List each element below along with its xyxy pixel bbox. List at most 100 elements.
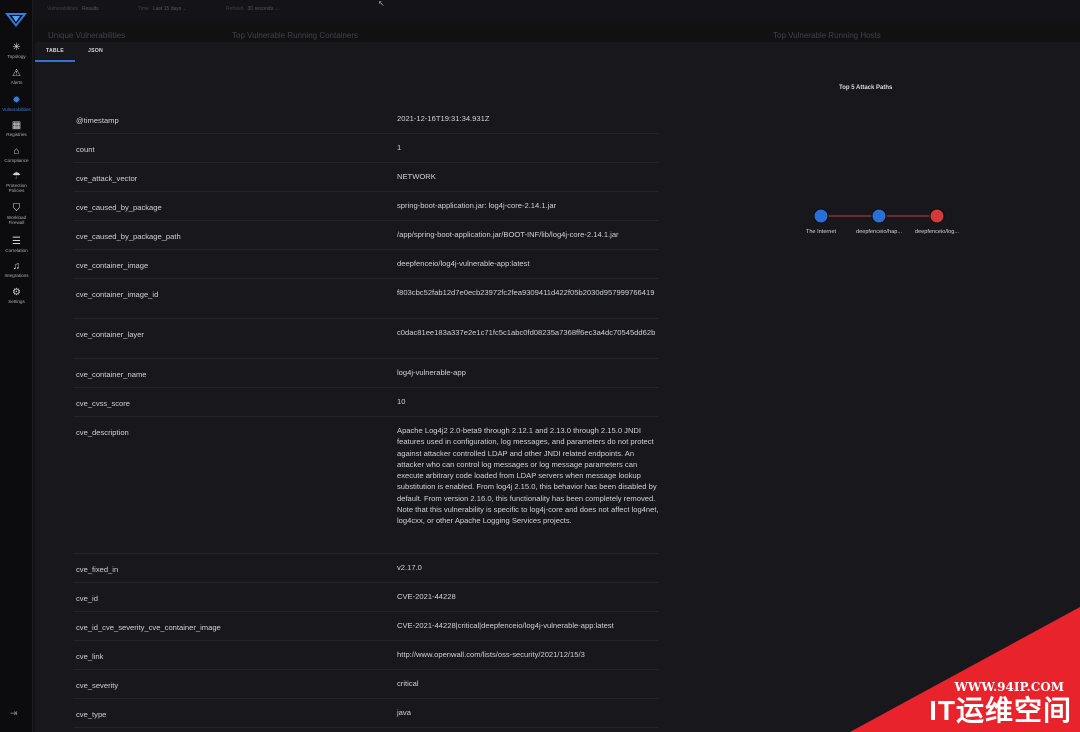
sidebar-item-label: Topology xyxy=(7,54,26,59)
table-row: @timestamp 2021-12-16T19:31:34.931Z xyxy=(73,105,659,134)
attack-path-node[interactable] xyxy=(871,208,887,224)
table-row: cve_caused_by_package spring-boot-applica… xyxy=(73,192,659,221)
sidebar-item-workload-firewall[interactable]: ⛉ Workload Firewall xyxy=(0,203,33,225)
attack-path-node-label: The Internet xyxy=(806,229,837,235)
row-value: http://www.openwall.com/lists/oss-securi… xyxy=(397,650,585,659)
row-key: cve_id xyxy=(76,594,98,603)
row-value: /app/spring-boot-application.jar/BOOT-IN… xyxy=(397,230,619,239)
registry-icon: ▦ xyxy=(11,120,22,131)
attack-paths-title: Top 5 Attack Paths xyxy=(839,85,893,91)
sidebar-item-label: Vulnerabilities xyxy=(2,107,31,112)
deepfence-logo-icon[interactable] xyxy=(5,12,27,28)
table-row: cve_description Apache Log4j2 2.0-beta9 t… xyxy=(73,417,659,554)
row-key: cve_caused_by_package_path xyxy=(76,232,181,241)
sidebar-item-registries[interactable]: ▦ Registries xyxy=(0,120,33,137)
table-row: cve_caused_by_package_path/app/spring-bo… xyxy=(73,221,659,250)
attack-path-node[interactable] xyxy=(929,208,945,224)
sidebar-item-topology[interactable]: ✳ Topology xyxy=(0,42,33,59)
sidebar-item-label: Protection Policies xyxy=(6,183,27,194)
sidebar-item-label: Correlation xyxy=(5,248,28,253)
sidebar-item-label: Workload Firewall xyxy=(6,215,27,226)
filter-bar: Vulnerabilities Results Time Last 15 days … xyxy=(33,0,1080,22)
row-key: cve_caused_by_package xyxy=(76,203,162,212)
sidebar-item-label: Integrations xyxy=(4,273,29,278)
sidebar-item-integrations[interactable]: ♫ Integrations xyxy=(0,261,33,278)
watermark-name: IT运维空间 xyxy=(929,695,1072,726)
attack-path-node[interactable] xyxy=(813,208,829,224)
sidebar-item-label: Alerts xyxy=(10,80,23,85)
table-row: cve_attack_vector NETWORK xyxy=(73,163,659,192)
gear-icon: ⚙ xyxy=(12,287,21,298)
table-row: cve_link http://www.openwall.com/lists/os… xyxy=(73,641,659,670)
row-value: spring-boot-application.jar: log4j-core-… xyxy=(397,201,557,210)
bg-heading-containers: Top Vulnerable Running Containers xyxy=(232,31,359,40)
bg-heading-unique: Unique Vulnerabilities xyxy=(48,31,126,40)
row-value: 1 xyxy=(397,143,402,152)
row-key: count xyxy=(76,145,95,154)
row-value: f803cbc52fab12d7e0ecb23972fc2fea9309411d… xyxy=(397,288,655,297)
row-key: cve_attack_vector xyxy=(76,174,138,183)
filter-vulnerabilities[interactable]: Vulnerabilities Results xyxy=(47,6,99,12)
list-icon: ☰ xyxy=(12,236,21,247)
alert-icon: ⚠ xyxy=(12,68,21,79)
row-key: cve_container_image_id xyxy=(76,290,159,299)
mouse-cursor-icon: ↖ xyxy=(378,0,385,8)
sidebar-item-protection-policies[interactable]: ☂ Protection Policies xyxy=(0,171,33,193)
active-tab-indicator xyxy=(35,60,75,62)
row-key: cve_description xyxy=(76,428,129,437)
table-row: cve_fixed_in v2.17.0 xyxy=(73,554,659,583)
sidebar-item-label: Compliance xyxy=(4,158,29,163)
row-value: c0dac81ee183a337e2e1c71fc5c1abc0fd08235a… xyxy=(397,328,656,337)
table-row: cve_container_image deepfenceio/log4j-vul… xyxy=(73,250,659,279)
umbrella-icon: ☂ xyxy=(12,171,21,182)
row-key: @timestamp xyxy=(76,116,119,125)
row-value: v2.17.0 xyxy=(397,563,422,572)
table-row: cve_container_layer c0dac81ee183a337e2e1c… xyxy=(73,319,659,359)
table-row: cve_cvss_score 10 xyxy=(73,388,659,417)
attack-path-node-label: deepfenceio/hap... xyxy=(856,229,902,235)
row-key: cve_link xyxy=(76,652,104,661)
tab-json[interactable]: JSON xyxy=(88,48,103,54)
bell-icon: ♫ xyxy=(12,261,21,272)
sidebar: ✳ Topology ⚠ Alerts ✹ Vulnerabilities ▦ Registr… xyxy=(0,0,33,732)
row-key: cve_type xyxy=(76,710,107,719)
table-row: cve_type java xyxy=(73,699,659,728)
filter-refresh[interactable]: Refresh 30 seconds ⌄ xyxy=(226,6,279,12)
sidebar-item-label: Registries xyxy=(6,132,27,137)
table-row: cve_severity critical xyxy=(73,670,659,699)
row-value: 2021-12-16T19:31:34.931Z xyxy=(397,114,490,123)
row-key: cve_container_name xyxy=(76,370,147,379)
row-key: cve_container_image xyxy=(76,261,149,270)
table-row: cve_id CVE-2021-44228 xyxy=(73,583,659,612)
bg-heading-hosts: Top Vulnerable Running Hosts xyxy=(773,31,881,40)
tab-table[interactable]: TABLE xyxy=(46,48,64,54)
bank-icon: ⌂ xyxy=(13,146,20,157)
sidebar-item-label: Settings xyxy=(8,299,25,304)
attack-path-node-label: deepfenceio/log... xyxy=(915,229,960,235)
sidebar-item-compliance[interactable]: ⌂ Compliance xyxy=(0,146,33,163)
row-value: NETWORK xyxy=(397,172,436,181)
row-value: java xyxy=(397,708,411,717)
sidebar-item-settings[interactable]: ⚙ Settings xyxy=(0,287,33,304)
table-row: cve_id_cve_severity_cve_container_image C… xyxy=(73,612,659,641)
row-value: 10 xyxy=(397,397,406,406)
attack-path-graph: The Internet deepfenceio/hap... deepfencei… xyxy=(806,208,960,235)
table-row: cve_container_image_id f803cbc52fab12d7e0… xyxy=(73,279,659,319)
row-value: critical xyxy=(397,679,419,688)
row-value: log4j-vulnerable-app xyxy=(397,368,466,377)
topology-icon: ✳ xyxy=(12,42,21,53)
row-key: cve_id_cve_severity_cve_container_image xyxy=(76,623,221,632)
row-key: cve_cvss_score xyxy=(76,399,131,408)
sidebar-item-alerts[interactable]: ⚠ Alerts xyxy=(0,68,33,85)
watermark: WWW.94IP.COM IT运维空间 xyxy=(850,607,1080,732)
sidebar-item-vulnerabilities[interactable]: ✹ Vulnerabilities xyxy=(0,95,33,112)
sidebar-item-correlation[interactable]: ☰ Correlation xyxy=(0,236,33,253)
row-value: deepfenceio/log4j-vulnerable-app:latest xyxy=(397,259,530,268)
row-key: cve_fixed_in xyxy=(76,565,119,574)
table-row: cve_container_name log4j-vulnerable-app xyxy=(73,359,659,388)
collapse-sidebar-icon[interactable]: ⇥ xyxy=(10,708,18,719)
filter-time[interactable]: Time Last 15 days ⌄ xyxy=(138,6,187,12)
bug-icon: ✹ xyxy=(12,95,21,106)
row-value: CVE-2021-44228 xyxy=(397,592,456,601)
row-key: cve_severity xyxy=(76,681,119,690)
